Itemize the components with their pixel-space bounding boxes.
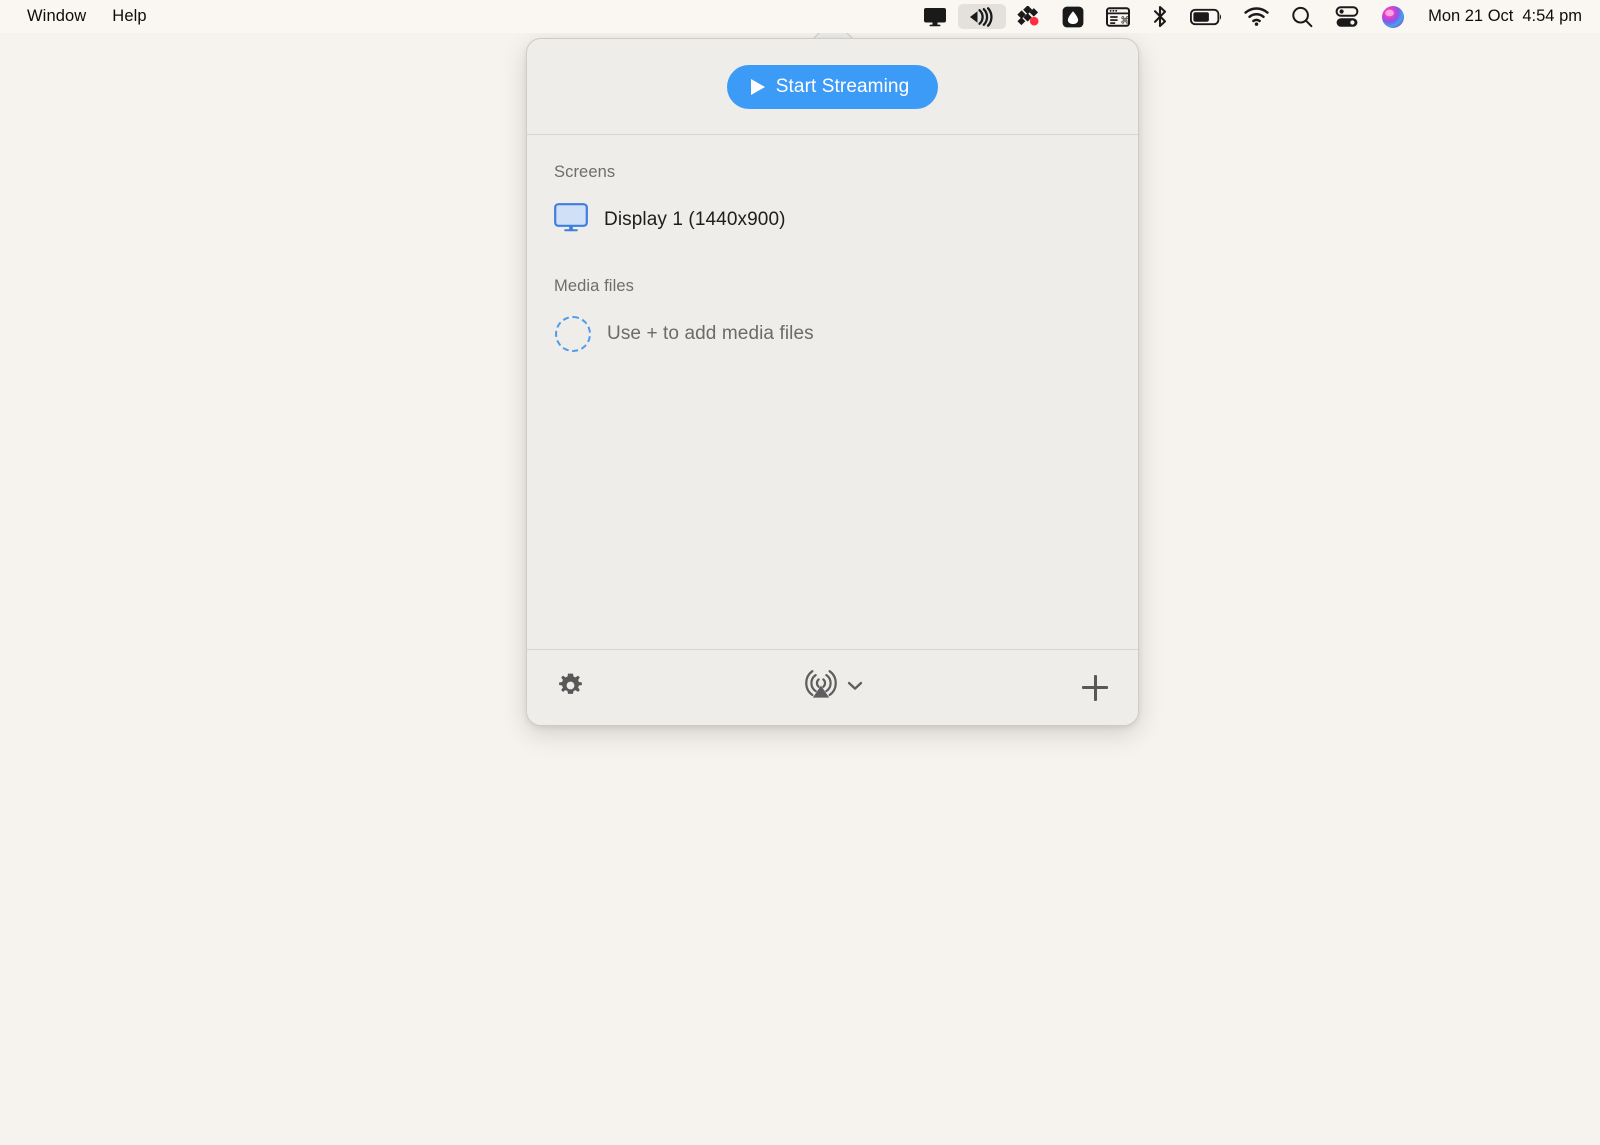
gear-icon (557, 672, 584, 704)
output-device-selector[interactable] (802, 667, 864, 708)
search-icon[interactable] (1280, 4, 1324, 29)
droplet-app-icon[interactable] (1051, 4, 1095, 29)
media-files-placeholder-label: Use + to add media files (607, 323, 814, 344)
wifi-icon[interactable] (1233, 4, 1280, 29)
streaming-popover: Start Streaming Screens Display 1 (1440x… (526, 38, 1139, 726)
settings-button[interactable] (553, 668, 588, 708)
start-streaming-label: Start Streaming (775, 75, 910, 97)
add-media-button[interactable] (1078, 671, 1112, 705)
menu-bar-left-items: Window Help (0, 0, 160, 33)
menu-bar-clock[interactable]: Mon 21 Oct 4:54 pm (1416, 7, 1582, 26)
streaming-icon[interactable] (958, 4, 1007, 29)
battery-icon[interactable] (1179, 4, 1233, 29)
play-icon (750, 79, 765, 95)
menu-bar: Window Help ⌘ Mon 21 Oct 4:54 pm (0, 0, 1600, 33)
screens-section-title: Screens (554, 163, 616, 181)
window-shortcut-icon[interactable]: ⌘ (1095, 4, 1141, 29)
menu-window[interactable]: Window (14, 0, 99, 33)
screens-list-item[interactable]: Display 1 (1440x900) (527, 196, 1138, 244)
popover-body: Screens Display 1 (1440x900) Media files… (527, 135, 1138, 649)
popover-header: Start Streaming (527, 39, 1138, 135)
plus-icon (1082, 674, 1108, 701)
bluetooth-icon[interactable] (1141, 4, 1179, 29)
display-mirroring-icon[interactable] (912, 4, 958, 29)
airplay-broadcast-icon (802, 667, 840, 708)
popover-footer (527, 649, 1138, 725)
display-label: Display 1 (1440x900) (604, 209, 786, 230)
clock-date: Mon 21 Oct (1428, 7, 1514, 25)
control-center-icon[interactable] (1324, 4, 1370, 29)
svg-text:⌘: ⌘ (1120, 15, 1130, 26)
diamonds-app-icon[interactable] (1006, 4, 1051, 29)
siri-icon[interactable] (1370, 4, 1416, 29)
media-files-placeholder-row[interactable]: Use + to add media files (527, 310, 1138, 358)
clock-time: 4:54 pm (1522, 7, 1582, 25)
display-icon (554, 203, 588, 237)
menu-help[interactable]: Help (99, 0, 159, 33)
start-streaming-button[interactable]: Start Streaming (726, 64, 939, 109)
streaming-popover-wrapper: Start Streaming Screens Display 1 (1440x… (526, 38, 1139, 726)
dashed-circle-icon (555, 316, 591, 352)
media-files-section-title: Media files (554, 277, 634, 295)
menu-bar-status-items: ⌘ Mon 21 Oct 4:54 pm (912, 0, 1600, 33)
chevron-down-icon (846, 679, 864, 697)
